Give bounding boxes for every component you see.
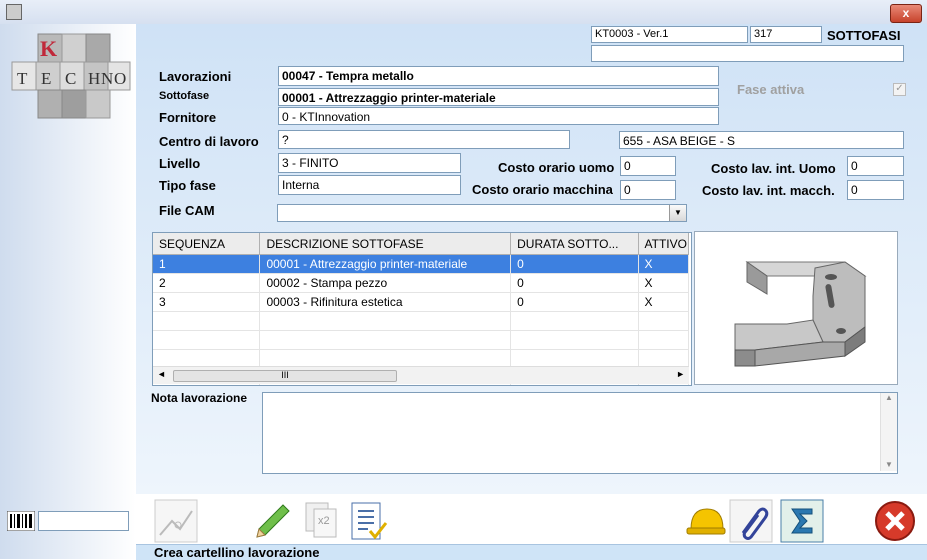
fornitore-label: Fornitore — [159, 110, 217, 125]
logo-letter-h: H — [88, 69, 100, 88]
duplicate-button[interactable]: x2 — [302, 499, 346, 543]
cell-durata: 0 — [510, 292, 639, 312]
header-extra-field[interactable] — [591, 45, 904, 62]
cell-durata: 0 — [510, 254, 639, 274]
tipo-fase-field[interactable]: Interna — [278, 175, 461, 195]
costo-orario-uomo-label: Costo orario uomo — [498, 160, 615, 175]
cell-descrizione: 00002 - Stampa pezzo — [259, 273, 512, 293]
cell-sequenza: 2 — [153, 273, 261, 293]
scroll-right-icon[interactable]: ► — [676, 369, 685, 379]
sottofase-field[interactable]: 00001 - Attrezzaggio printer-materiale — [278, 88, 719, 106]
column-header-durata[interactable]: DURATA SOTTO... — [510, 233, 639, 255]
table-row[interactable]: 2 00002 - Stampa pezzo 0 X — [153, 273, 690, 293]
centro-lavoro-field[interactable]: ? — [278, 130, 570, 149]
livello-field[interactable]: 3 - FINITO — [278, 153, 461, 173]
fornitore-field[interactable]: 0 - KTInnovation — [278, 107, 719, 125]
column-header-descrizione[interactable]: DESCRIZIONE SOTTOFASE — [259, 233, 512, 255]
file-cam-select[interactable]: ▼ — [277, 204, 687, 222]
ktecno-logo: K T E C H N O — [11, 33, 131, 119]
cell-attivo: X — [638, 254, 690, 274]
costo-orario-macchina-label: Costo orario macchina — [472, 182, 613, 197]
edit-button[interactable] — [249, 499, 293, 543]
scroll-thumb[interactable]: III — [173, 370, 397, 382]
scroll-down-icon[interactable]: ▼ — [881, 460, 897, 469]
pencil-icon — [256, 504, 290, 538]
logo-letter-t: T — [17, 69, 28, 88]
cell-attivo: X — [638, 292, 690, 312]
map-button[interactable] — [154, 499, 198, 543]
nota-lavorazione-label: Nota lavorazione — [151, 391, 248, 405]
costo-lav-macch-field[interactable]: 0 — [847, 180, 904, 200]
logo-letter-o: O — [114, 69, 126, 88]
lavorazioni-label: Lavorazioni — [159, 69, 232, 84]
nota-lavorazione-textarea[interactable]: ▲ ▼ — [262, 392, 898, 474]
logo-letter-c: C — [65, 69, 76, 88]
lavorazioni-field[interactable]: 00047 - Tempra metallo — [278, 66, 719, 86]
sigma-icon — [780, 499, 824, 543]
tipo-fase-label: Tipo fase — [159, 178, 216, 193]
bracket-part-icon — [734, 261, 867, 367]
costo-lav-uomo-label: Costo lav. int. Uomo — [711, 161, 836, 176]
title-bar — [0, 0, 927, 25]
part-image — [694, 231, 898, 385]
vertical-scrollbar[interactable]: ▲ ▼ — [880, 393, 897, 471]
column-header-sequenza[interactable]: SEQUENZA — [153, 233, 261, 255]
cell-descrizione: 00003 - Rifinitura estetica — [259, 292, 512, 312]
cell-durata: 0 — [510, 273, 639, 293]
table-row[interactable]: 1 00001 - Attrezzaggio printer-materiale… — [153, 254, 690, 274]
cancel-button[interactable] — [873, 499, 917, 543]
logo-letter-e: E — [41, 69, 51, 88]
close-button[interactable]: x — [890, 4, 922, 23]
costo-lav-macch-label: Costo lav. int. macch. — [702, 183, 835, 198]
costo-orario-uomo-field[interactable]: 0 — [620, 156, 676, 176]
safety-button[interactable] — [683, 499, 727, 543]
table-row-empty — [153, 330, 690, 350]
version-field[interactable]: KT0003 - Ver.1 — [591, 26, 748, 43]
logo-letter-k: K — [40, 36, 57, 61]
costo-orario-macchina-field[interactable]: 0 — [620, 180, 676, 200]
horizontal-scrollbar[interactable]: ◄ III ► — [153, 366, 689, 384]
barcode-field[interactable] — [38, 511, 129, 531]
sottofasi-table: SEQUENZA DESCRIZIONE SOTTOFASE DURATA SO… — [152, 232, 692, 386]
chevron-down-icon[interactable]: ▼ — [669, 205, 686, 221]
fase-attiva-checkbox[interactable]: ✓ — [893, 83, 906, 96]
page-title: SOTTOFASI — [827, 28, 901, 43]
sottofase-label: Sottofase — [159, 90, 210, 102]
costo-lav-uomo-field[interactable]: 0 — [847, 156, 904, 176]
cell-attivo: X — [638, 273, 690, 293]
cell-sequenza: 1 — [153, 254, 261, 274]
centro-lavoro-desc-field[interactable]: 655 - ASA BEIGE - S — [619, 131, 904, 149]
attach-button[interactable] — [729, 499, 773, 543]
livello-label: Livello — [159, 156, 201, 171]
cell-sequenza: 3 — [153, 292, 261, 312]
cell-descrizione: 00001 - Attrezzaggio printer-materiale — [259, 254, 512, 274]
column-header-attivo[interactable]: ATTIVO — [638, 233, 690, 255]
copy-badge: x2 — [318, 515, 330, 527]
table-row-empty — [153, 311, 690, 331]
fase-attiva-label: Fase attiva — [737, 82, 805, 97]
scroll-up-icon[interactable]: ▲ — [881, 393, 897, 402]
hardhat-icon — [686, 508, 726, 535]
number-field[interactable]: 317 — [750, 26, 822, 43]
checklist-icon — [351, 502, 388, 540]
sum-button[interactable] — [780, 499, 824, 543]
file-cam-label: File CAM — [159, 203, 215, 218]
paperclip-icon — [729, 499, 773, 543]
close-icon — [875, 501, 915, 541]
scroll-left-icon[interactable]: ◄ — [157, 369, 166, 379]
app-icon — [6, 4, 22, 20]
table-row[interactable]: 3 00003 - Rifinitura estetica 0 X — [153, 292, 690, 312]
barcode-icon — [7, 511, 35, 531]
checklist-button[interactable] — [346, 499, 390, 543]
compass-icon — [154, 499, 198, 543]
status-bar: Crea cartellino lavorazione — [136, 544, 927, 560]
nota-lavorazione-value — [263, 393, 897, 399]
centro-lavoro-label: Centro di lavoro — [159, 134, 259, 149]
logo-letter-n: N — [101, 69, 113, 88]
